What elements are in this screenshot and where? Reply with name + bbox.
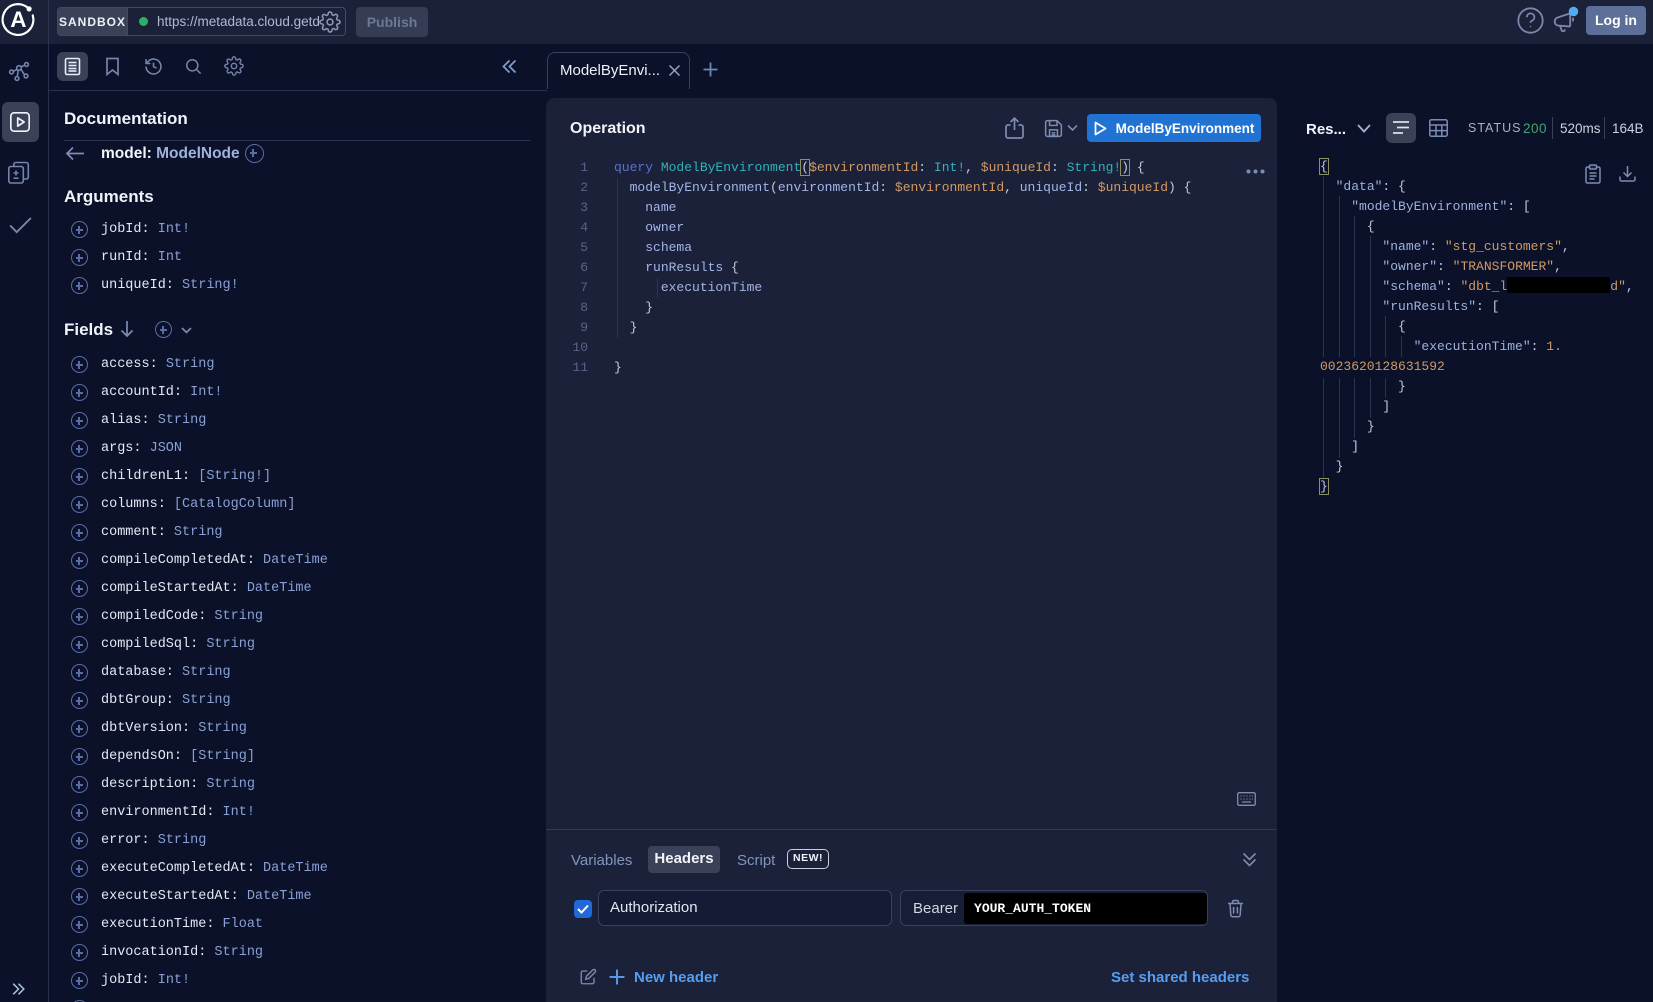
- svg-text:A: A: [10, 7, 26, 32]
